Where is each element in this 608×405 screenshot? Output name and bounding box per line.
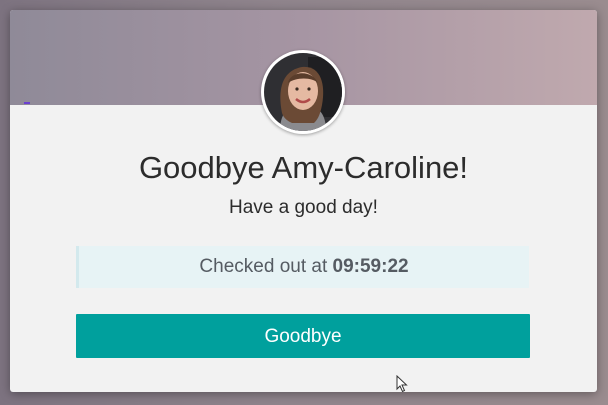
- goodbye-subtitle: Have a good day!: [229, 197, 378, 218]
- checkout-label: Checked out at: [199, 256, 333, 277]
- checkout-info-box: Checked out at 09:59:22: [76, 246, 529, 288]
- header-marker: [24, 102, 30, 104]
- checkout-time: 09:59:22: [332, 256, 409, 277]
- avatar-photo: [264, 53, 342, 131]
- mouse-pointer-icon: [396, 375, 408, 393]
- checkout-dialog: Goodbye Amy-Caroline! Have a good day! C…: [10, 10, 597, 392]
- employee-avatar: [261, 50, 345, 134]
- goodbye-title: Goodbye Amy-Caroline!: [138, 150, 469, 185]
- goodbye-button[interactable]: Goodbye: [76, 314, 530, 358]
